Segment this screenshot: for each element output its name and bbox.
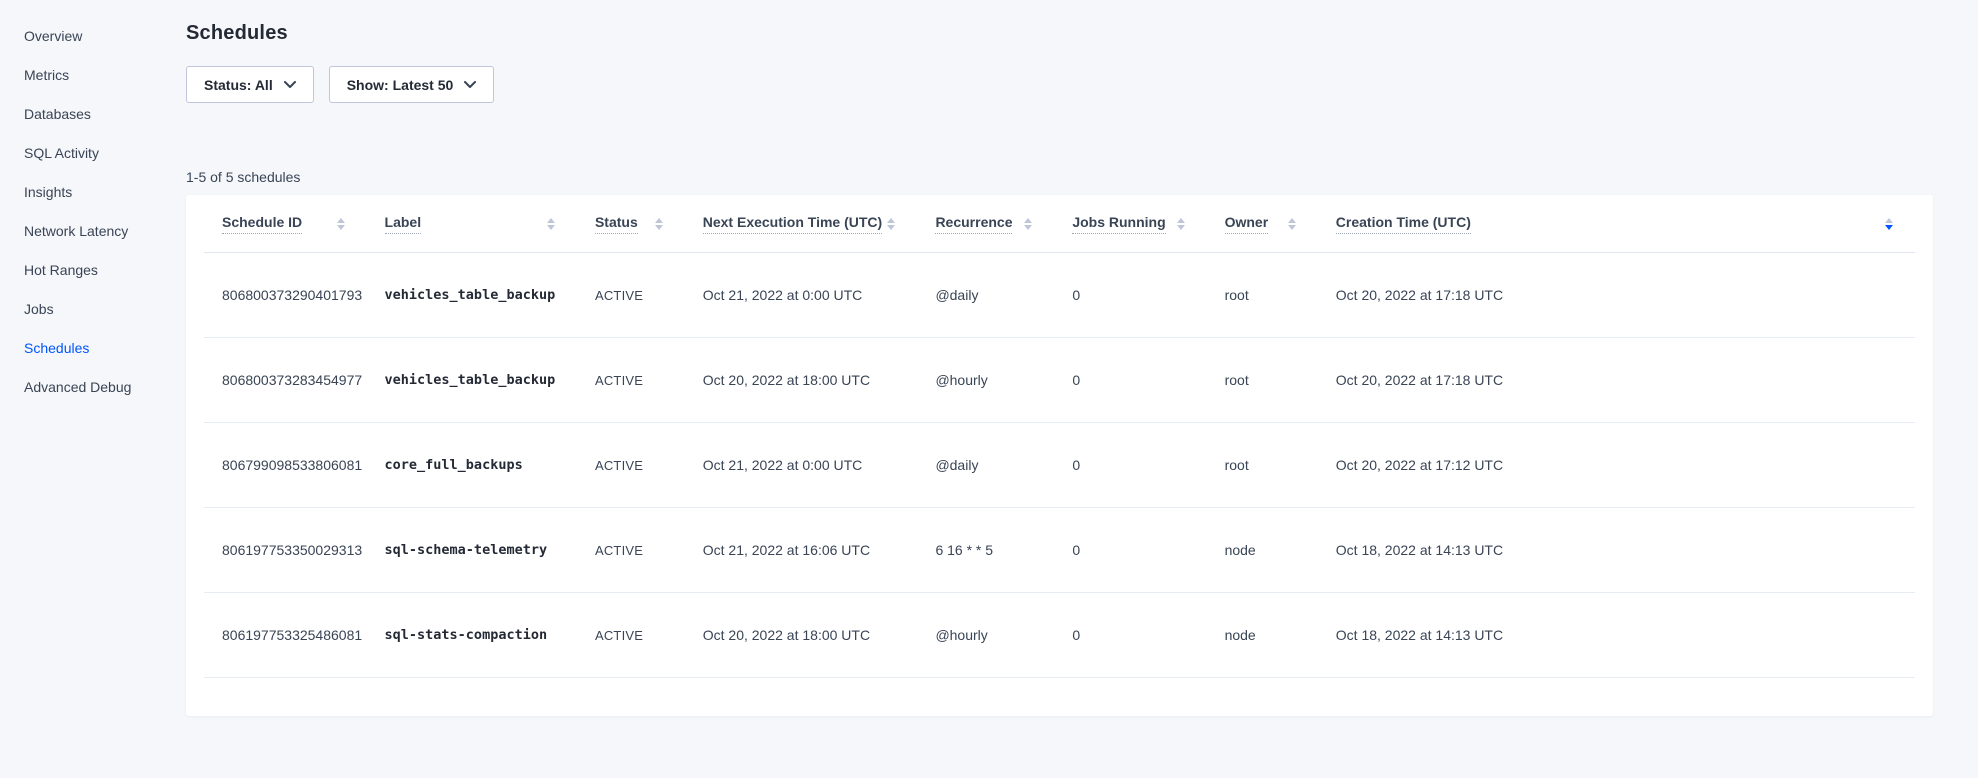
cell-status: ACTIVE [577, 543, 685, 558]
column-header-next-execution-time[interactable]: Next Execution Time (UTC) [685, 214, 918, 234]
column-header-schedule-id[interactable]: Schedule ID [204, 214, 367, 234]
cell-creation-time: Oct 18, 2022 at 14:13 UTC [1318, 542, 1915, 558]
show-filter-label: Show: Latest 50 [347, 77, 454, 93]
table-header-row: Schedule ID Label Status Next Execution … [204, 195, 1915, 253]
cell-next-execution-time: Oct 20, 2022 at 18:00 UTC [685, 372, 918, 388]
cell-jobs-running: 0 [1054, 372, 1206, 388]
cell-status: ACTIVE [577, 458, 685, 473]
cell-recurrence: @hourly [917, 627, 1054, 643]
cell-schedule-id: 806197753350029313 [204, 542, 367, 558]
sort-icon [1177, 218, 1185, 230]
page-title: Schedules [186, 22, 1978, 45]
cell-next-execution-time: Oct 21, 2022 at 0:00 UTC [685, 287, 918, 303]
cell-creation-time: Oct 18, 2022 at 14:13 UTC [1318, 627, 1915, 643]
cell-recurrence: @daily [917, 457, 1054, 473]
cell-creation-time: Oct 20, 2022 at 17:12 UTC [1318, 457, 1915, 473]
schedules-table-card: Schedule ID Label Status Next Execution … [186, 195, 1933, 716]
sidebar-item-hot-ranges[interactable]: Hot Ranges [24, 260, 186, 280]
table-row[interactable]: 806800373290401793 vehicles_table_backup… [204, 253, 1915, 338]
cell-status: ACTIVE [577, 628, 685, 643]
cell-schedule-id: 806197753325486081 [204, 627, 367, 643]
cell-label: sql-stats-compaction [367, 627, 577, 643]
sidebar-item-databases[interactable]: Databases [24, 104, 186, 124]
cell-owner: root [1207, 287, 1318, 303]
sort-icon [1288, 218, 1296, 230]
sort-icon [1024, 218, 1032, 230]
cell-owner: node [1207, 627, 1318, 643]
show-filter-dropdown[interactable]: Show: Latest 50 [329, 66, 495, 103]
cell-creation-time: Oct 20, 2022 at 17:18 UTC [1318, 372, 1915, 388]
cell-recurrence: 6 16 * * 5 [917, 542, 1054, 558]
column-header-status[interactable]: Status [577, 214, 685, 234]
column-header-creation-time[interactable]: Creation Time (UTC) [1318, 214, 1915, 234]
cell-status: ACTIVE [577, 288, 685, 303]
column-header-jobs-running[interactable]: Jobs Running [1054, 214, 1206, 234]
main-content: Schedules Status: All Show: Latest 50 1-… [186, 0, 1978, 716]
sidebar-item-advanced-debug[interactable]: Advanced Debug [24, 377, 186, 397]
cell-creation-time: Oct 20, 2022 at 17:18 UTC [1318, 287, 1915, 303]
sort-icon [887, 218, 895, 230]
sidebar-item-overview[interactable]: Overview [24, 26, 186, 46]
cell-label: vehicles_table_backup [367, 372, 577, 388]
column-header-owner[interactable]: Owner [1207, 214, 1318, 234]
cell-next-execution-time: Oct 20, 2022 at 18:00 UTC [685, 627, 918, 643]
table-row[interactable]: 806800373283454977 vehicles_table_backup… [204, 338, 1915, 423]
cell-owner: root [1207, 457, 1318, 473]
cell-owner: root [1207, 372, 1318, 388]
chevron-down-icon [464, 81, 476, 89]
cell-jobs-running: 0 [1054, 457, 1206, 473]
status-filter-label: Status: All [204, 77, 273, 93]
filter-bar: Status: All Show: Latest 50 [186, 66, 1978, 103]
cell-recurrence: @daily [917, 287, 1054, 303]
cell-schedule-id: 806799098533806081 [204, 457, 367, 473]
results-count: 1-5 of 5 schedules [186, 169, 1978, 185]
cell-jobs-running: 0 [1054, 627, 1206, 643]
sidebar-item-network-latency[interactable]: Network Latency [24, 221, 186, 241]
cell-jobs-running: 0 [1054, 542, 1206, 558]
sort-icon-active-desc [1885, 218, 1893, 230]
sidebar-item-jobs[interactable]: Jobs [24, 299, 186, 319]
sort-icon [655, 218, 663, 230]
sort-icon [337, 218, 345, 230]
cell-schedule-id: 806800373290401793 [204, 287, 367, 303]
sidebar-item-sql-activity[interactable]: SQL Activity [24, 143, 186, 163]
cell-next-execution-time: Oct 21, 2022 at 16:06 UTC [685, 542, 918, 558]
cell-recurrence: @hourly [917, 372, 1054, 388]
cell-status: ACTIVE [577, 373, 685, 388]
cell-schedule-id: 806800373283454977 [204, 372, 367, 388]
table-row[interactable]: 806197753350029313 sql-schema-telemetry … [204, 508, 1915, 593]
sidebar-item-metrics[interactable]: Metrics [24, 65, 186, 85]
cell-label: vehicles_table_backup [367, 287, 577, 303]
cell-label: sql-schema-telemetry [367, 542, 577, 558]
chevron-down-icon [284, 81, 296, 89]
sidebar-item-insights[interactable]: Insights [24, 182, 186, 202]
cell-label: core_full_backups [367, 457, 577, 473]
cell-jobs-running: 0 [1054, 287, 1206, 303]
status-filter-dropdown[interactable]: Status: All [186, 66, 314, 103]
sidebar: Overview Metrics Databases SQL Activity … [0, 0, 186, 778]
cell-next-execution-time: Oct 21, 2022 at 0:00 UTC [685, 457, 918, 473]
column-header-recurrence[interactable]: Recurrence [917, 214, 1054, 234]
sidebar-item-schedules[interactable]: Schedules [24, 338, 186, 358]
table-row[interactable]: 806197753325486081 sql-stats-compaction … [204, 593, 1915, 678]
sort-icon [547, 218, 555, 230]
cell-owner: node [1207, 542, 1318, 558]
column-header-label[interactable]: Label [367, 214, 577, 234]
table-row[interactable]: 806799098533806081 core_full_backups ACT… [204, 423, 1915, 508]
